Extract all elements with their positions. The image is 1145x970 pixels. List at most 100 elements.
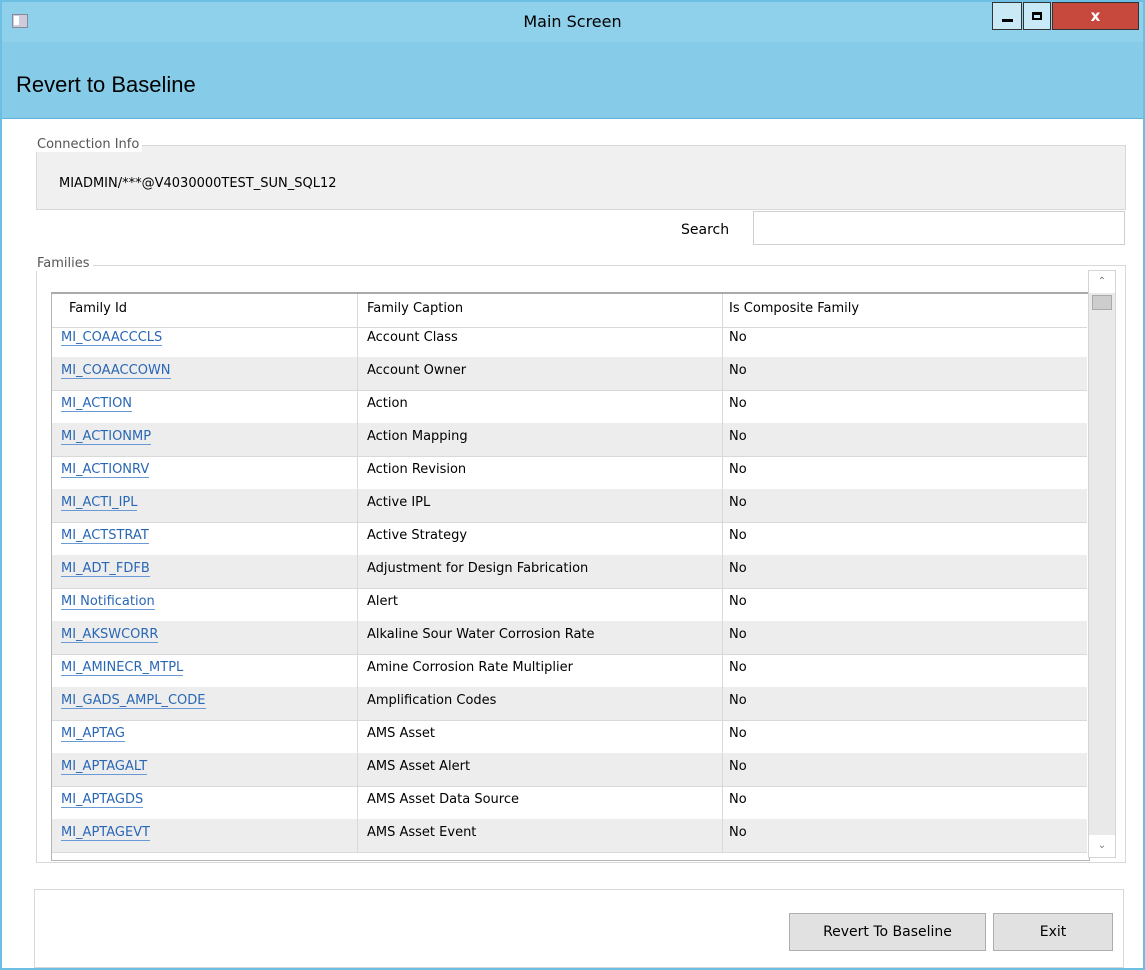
family-id-link[interactable]: MI_ACTIONRV [61,462,150,478]
table-row[interactable]: MI_ACTI_IPL Active IPL No [52,489,1087,523]
family-id-cell: MI_ADT_FDFB [52,555,358,588]
family-caption-cell: Amplification Codes [358,687,723,720]
families-legend: Families [34,256,93,271]
family-id-cell: MI_APTAGDS [52,786,358,819]
is-composite-cell: No [729,627,747,642]
family-caption-cell: Action [358,390,723,423]
column-header-family-id[interactable]: Family Id [52,294,358,327]
family-id-link[interactable]: MI_APTAGALT [61,759,148,775]
connection-string: MIADMIN/***@V4030000TEST_SUN_SQL12 [59,176,337,191]
table-row[interactable]: MI_AKSWCORR Alkaline Sour Water Corrosion… [52,621,1087,655]
family-caption-cell: Alkaline Sour Water Corrosion Rate [358,621,723,654]
family-id-cell: MI_APTAGALT [52,753,358,786]
family-id-cell: MI_ACTIONMP [52,423,358,456]
family-caption-cell: AMS Asset Data Source [358,786,723,819]
is-composite-cell: No [729,528,747,543]
table-row[interactable]: MI_APTAGEVT AMS Asset Event No [52,819,1087,853]
table-row[interactable]: MI_COAACCOWN Account Owner No [52,357,1087,391]
family-id-cell: MI_ACTSTRAT [52,522,358,555]
family-id-cell: MI_ACTIONRV [52,456,358,489]
family-id-cell: MI_APTAG [52,720,358,753]
family-caption-cell: Amine Corrosion Rate Multiplier [358,654,723,687]
family-caption-cell: Account Class [358,324,723,357]
family-id-link[interactable]: MI_COAACCOWN [61,363,171,379]
family-caption-cell: AMS Asset Alert [358,753,723,786]
family-id-cell: MI Notification [52,588,358,621]
table-row[interactable]: MI_ACTIONRV Action Revision No [52,456,1087,490]
column-header-family-caption[interactable]: Family Caption [358,294,723,327]
is-composite-cell: No [729,363,747,378]
search-input[interactable] [753,211,1125,245]
family-id-link[interactable]: MI_APTAGDS [61,792,144,808]
minimize-button[interactable] [992,2,1022,30]
exit-button[interactable]: Exit [993,913,1113,951]
family-id-link[interactable]: MI_ACTIONMP [61,429,152,445]
family-caption-cell: Action Revision [358,456,723,489]
family-caption-cell: Active IPL [358,489,723,522]
table-row[interactable]: MI_GADS_AMPL_CODE Amplification Codes No [52,687,1087,721]
family-caption-cell: Active Strategy [358,522,723,555]
family-id-link[interactable]: MI_AKSWCORR [61,627,159,643]
table-row[interactable]: MI Notification Alert No [52,588,1087,622]
scroll-thumb[interactable] [1092,295,1112,310]
search-label: Search [681,222,730,238]
table-row[interactable]: MI_APTAGDS AMS Asset Data Source No [52,786,1087,820]
family-caption-cell: AMS Asset Event [358,819,723,852]
is-composite-cell: No [729,462,747,477]
close-icon: x [1090,7,1101,25]
family-id-link[interactable]: MI_ACTSTRAT [61,528,149,544]
is-composite-cell: No [729,429,747,444]
family-id-cell: MI_GADS_AMPL_CODE [52,687,358,720]
table-row[interactable]: MI_AMINECR_MTPL Amine Corrosion Rate Mult… [52,654,1087,688]
is-composite-cell: No [729,693,747,708]
family-id-link[interactable]: MI_ADT_FDFB [61,561,150,577]
family-caption-cell: Adjustment for Design Fabrication [358,555,723,588]
page-header: Revert to Baseline [2,42,1143,119]
family-id-link[interactable]: MI_COAACCCLS [61,330,163,346]
is-composite-cell: No [729,825,747,840]
maximize-button[interactable] [1023,2,1051,30]
table-row[interactable]: MI_APTAGALT AMS Asset Alert No [52,753,1087,787]
family-id-link[interactable]: MI_APTAGEVT [61,825,151,841]
connection-info-group: Connection Info MIADMIN/***@V4030000TEST… [34,137,1126,210]
family-id-link[interactable]: MI_ACTI_IPL [61,495,138,511]
families-grid: Family Id Family Caption Is Composite Fa… [51,292,1090,861]
grid-header-row: Family Id Family Caption Is Composite Fa… [52,294,1087,328]
table-row[interactable]: MI_ACTSTRAT Active Strategy No [52,522,1087,556]
family-id-link[interactable]: MI_ACTION [61,396,133,412]
family-id-cell: MI_AKSWCORR [52,621,358,654]
is-composite-cell: No [729,561,747,576]
scroll-up-icon[interactable]: ⌃ [1089,271,1115,293]
table-row[interactable]: MI_ACTIONMP Action Mapping No [52,423,1087,457]
is-composite-cell: No [729,726,747,741]
family-caption-cell: Alert [358,588,723,621]
window-title: Main Screen [523,12,622,31]
family-id-cell: MI_COAACCCLS [52,324,358,357]
revert-to-baseline-button[interactable]: Revert To Baseline [789,913,986,951]
close-button[interactable]: x [1052,2,1139,30]
grid-scrollbar[interactable]: ⌃ ⌄ [1088,270,1116,858]
family-caption-cell: Account Owner [358,357,723,390]
family-id-cell: MI_AMINECR_MTPL [52,654,358,687]
is-composite-cell: No [729,759,747,774]
table-row[interactable]: MI_COAACCCLS Account Class No [52,324,1087,358]
page-title: Revert to Baseline [16,72,196,97]
family-id-link[interactable]: MI_APTAG [61,726,125,742]
table-row[interactable]: MI_ADT_FDFB Adjustment for Design Fabrica… [52,555,1087,589]
connection-info-legend: Connection Info [34,137,143,152]
family-id-link[interactable]: MI_AMINECR_MTPL [61,660,184,676]
is-composite-cell: No [729,396,747,411]
is-composite-cell: No [729,660,747,675]
family-id-cell: MI_ACTI_IPL [52,489,358,522]
table-row[interactable]: MI_APTAG AMS Asset No [52,720,1087,754]
column-header-is-composite[interactable]: Is Composite Family [723,294,1087,327]
family-id-cell: MI_COAACCOWN [52,357,358,390]
scroll-down-icon[interactable]: ⌄ [1089,835,1115,857]
is-composite-cell: No [729,330,747,345]
family-id-link[interactable]: MI Notification [61,594,155,610]
family-id-link[interactable]: MI_GADS_AMPL_CODE [61,693,206,709]
family-id-cell: MI_ACTION [52,390,358,423]
table-row[interactable]: MI_ACTION Action No [52,390,1087,424]
minimize-icon [1002,19,1013,22]
title-bar[interactable]: Main Screen x [2,2,1143,42]
